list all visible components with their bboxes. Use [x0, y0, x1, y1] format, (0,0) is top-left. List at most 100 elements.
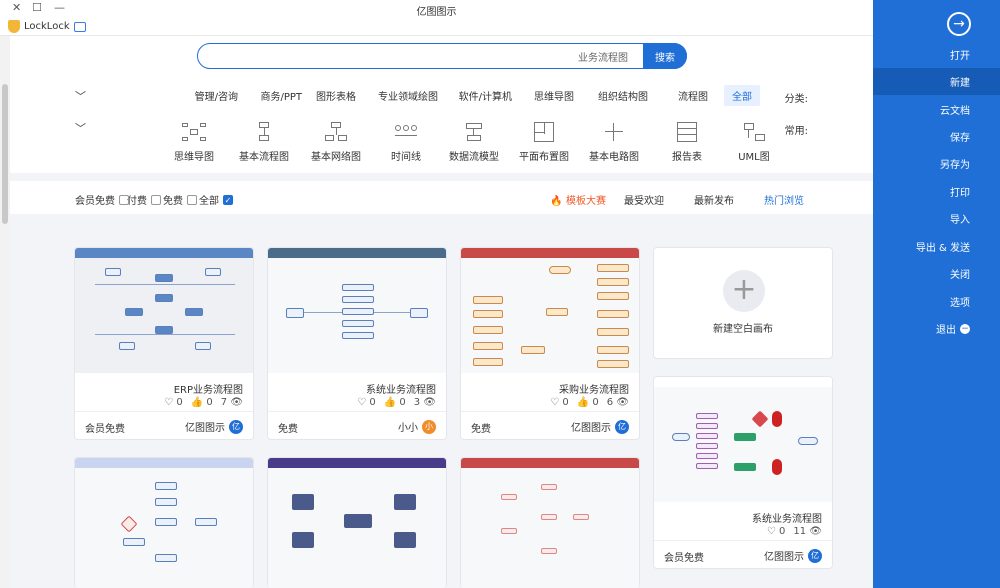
new-blank-canvas-card[interactable]: + 新建空白画布	[653, 247, 833, 359]
sidebar-item-label: 新建	[950, 78, 970, 89]
filter-paid[interactable]: 付费	[127, 192, 161, 207]
divider-band	[10, 173, 873, 181]
author-name: 亿图图示	[764, 552, 804, 563]
plus-icon[interactable]: +	[723, 270, 765, 312]
scrollbar-thumb[interactable]	[2, 84, 8, 224]
common-item-basic-flow[interactable]: 基本流程图	[234, 121, 294, 163]
author[interactable]: 亿图图示亿	[571, 419, 629, 434]
filter-free[interactable]: 免费	[163, 192, 197, 207]
category-org-chart[interactable]: 组织结构图	[598, 88, 648, 103]
sidebar-item-import[interactable]: 导入	[873, 205, 1000, 232]
thumbnail-header	[461, 458, 639, 468]
common-item-uml[interactable]: UML图	[724, 121, 784, 163]
category-flowchart[interactable]: 流程图	[678, 88, 708, 103]
sidebar: → 打开 新建 云文档 保存 另存为 打印 导入 导出 & 发送 关闭 选项 退…	[873, 0, 1000, 588]
sidebar-item-export[interactable]: 导出 & 发送	[873, 233, 1000, 260]
sort-hot[interactable]: 热门浏览	[764, 192, 804, 207]
template-card[interactable]	[74, 457, 254, 588]
checkbox-icon[interactable]	[119, 194, 129, 205]
category-software[interactable]: 软件/计算机	[459, 88, 512, 103]
back-arrow-icon[interactable]: →	[947, 12, 971, 36]
template-card[interactable]: ERP业务流程图 ♡ 0 👍 0 7 👁 会员免费 亿图图示亿	[74, 247, 254, 440]
category-all[interactable]: 全部	[724, 85, 760, 106]
floor-plan-icon	[531, 121, 557, 143]
document-tab[interactable]: LockLock	[24, 21, 90, 32]
author[interactable]: 亿图图示亿	[764, 548, 822, 563]
template-card[interactable]	[267, 457, 447, 588]
shield-icon	[8, 20, 20, 33]
common-item-network[interactable]: 基本网络图	[306, 121, 366, 163]
sort-popular[interactable]: 最受欢迎	[624, 192, 664, 207]
template-thumbnail	[461, 248, 639, 373]
sort-bar: 热门浏览 最新发布 最受欢迎 🔥 模板大赛 全部 ✓ 免费 付费 会员免费	[49, 182, 834, 214]
sidebar-item-label: 保存	[950, 133, 970, 144]
common-item-label: 基本网络图	[311, 152, 361, 163]
chevron-down-icon[interactable]: ﹀	[75, 120, 86, 136]
sidebar-item-label: 导入	[950, 215, 970, 226]
template-card[interactable]: 系统业务流程图 ♡ 0 👍 0 3 👁 免费 小小小	[267, 247, 447, 440]
filter-all[interactable]: 全部 ✓	[199, 192, 233, 207]
avatar: 小	[422, 419, 436, 434]
common-item-label: 基本流程图	[239, 152, 289, 163]
category-label: 分类:	[784, 94, 808, 105]
sidebar-item-save-as[interactable]: 另存为	[873, 150, 1000, 177]
filter-label: 会员免费	[75, 196, 115, 207]
sidebar-item-exit[interactable]: 退出 −	[873, 315, 1000, 342]
common-item-mind-map[interactable]: 思维导图	[164, 121, 224, 163]
template-thumbnail	[268, 458, 446, 588]
avatar: 亿	[615, 419, 629, 434]
common-item-timeline[interactable]: 时间线	[376, 121, 436, 163]
search-input[interactable]	[208, 47, 628, 65]
author[interactable]: 亿图图示亿	[185, 419, 243, 434]
sort-newest[interactable]: 最新发布	[694, 192, 734, 207]
flame-icon: 🔥	[550, 196, 563, 207]
common-item-circuit[interactable]: 基本电路图	[584, 121, 644, 163]
sidebar-item-label: 打印	[950, 188, 970, 199]
filter-label: 全部	[199, 196, 219, 207]
common-item-report[interactable]: 报告表	[657, 121, 717, 163]
avatar: 亿	[808, 548, 822, 563]
scrollbar[interactable]	[0, 36, 10, 588]
chevron-down-icon[interactable]: ﹀	[75, 88, 86, 104]
checkbox-icon[interactable]	[151, 194, 161, 205]
author[interactable]: 小小小	[398, 419, 436, 434]
sidebar-item-new[interactable]: 新建	[873, 68, 1000, 95]
sidebar-item-close[interactable]: 关闭	[873, 260, 1000, 287]
price-label: 会员免费	[664, 553, 704, 564]
filter-member-free[interactable]: 会员免费	[75, 192, 129, 207]
checkbox-icon[interactable]	[187, 194, 197, 205]
sidebar-item-cloud[interactable]: 云文档	[873, 96, 1000, 123]
category-professional[interactable]: 专业领域绘图	[378, 88, 438, 103]
thumbnail-header	[75, 248, 253, 258]
thumbnail-header	[268, 458, 446, 468]
data-flow-icon	[461, 121, 487, 143]
category-graphic-table[interactable]: 图形表格	[316, 88, 356, 103]
card-footer: 会员免费 亿图图示亿	[654, 540, 832, 568]
like-count: 👍 0	[576, 397, 599, 408]
card-footer: 免费 小小小	[268, 411, 446, 439]
category-management[interactable]: 管理/咨询	[195, 88, 238, 103]
sidebar-item-label: 退出	[936, 325, 956, 336]
category-mind-map[interactable]: 思维导图	[534, 88, 574, 103]
sidebar-item-save[interactable]: 保存	[873, 123, 1000, 150]
template-card[interactable]	[460, 457, 640, 588]
common-item-label: 时间线	[391, 152, 421, 163]
sort-contest[interactable]: 🔥 模板大赛	[550, 192, 606, 207]
sidebar-item-open[interactable]: 打开	[873, 41, 1000, 68]
search-box: 搜索	[197, 43, 687, 69]
template-card[interactable]: 系统业务流程图 ♡ 0 11 👁 会员免费 亿图图示亿	[653, 376, 833, 569]
document-icon	[73, 21, 86, 32]
view-count: 7 👁	[220, 397, 243, 408]
title-bar: ✕ ☐ — 亿图图示	[0, 0, 873, 18]
category-business-ppt[interactable]: 商务/PPT	[260, 88, 302, 103]
common-item-data-flow[interactable]: 数据流模型	[444, 121, 504, 163]
sidebar-item-options[interactable]: 选项	[873, 288, 1000, 315]
sidebar-item-print[interactable]: 打印	[873, 178, 1000, 205]
common-item-floor-plan[interactable]: 平面布置图	[514, 121, 574, 163]
template-name: 采购业务流程图	[559, 385, 629, 396]
thumbnail-header	[461, 248, 639, 258]
uml-icon	[741, 121, 767, 143]
checkbox-checked-icon[interactable]: ✓	[223, 194, 233, 205]
template-card[interactable]: 采购业务流程图 ♡ 0 👍 0 6 👁 免费 亿图图示亿	[460, 247, 640, 440]
search-button[interactable]: 搜索	[643, 43, 687, 69]
